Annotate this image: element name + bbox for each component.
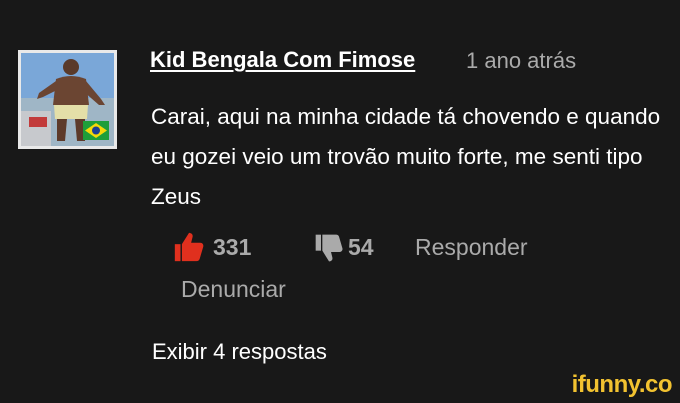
thumbs-down-icon[interactable] (313, 232, 345, 264)
comment-text: Carai, aqui na minha cidade tá chovendo … (151, 104, 661, 209)
dislike-count: 54 (348, 234, 374, 260)
avatar[interactable] (18, 50, 117, 149)
like-count: 331 (213, 234, 252, 260)
avatar-image (21, 53, 114, 146)
view-replies-button[interactable]: Exibir 4 respostas (152, 339, 327, 365)
comment-author[interactable]: Kid Bengala Com Fimose (150, 47, 415, 73)
reply-button[interactable]: Responder (415, 234, 528, 261)
report-button[interactable]: Denunciar (181, 276, 286, 303)
thumbs-up-icon[interactable] (172, 230, 206, 264)
ifunny-watermark: ifunny.co (571, 371, 673, 398)
comment-timestamp[interactable]: 1 ano atrás (466, 48, 576, 74)
